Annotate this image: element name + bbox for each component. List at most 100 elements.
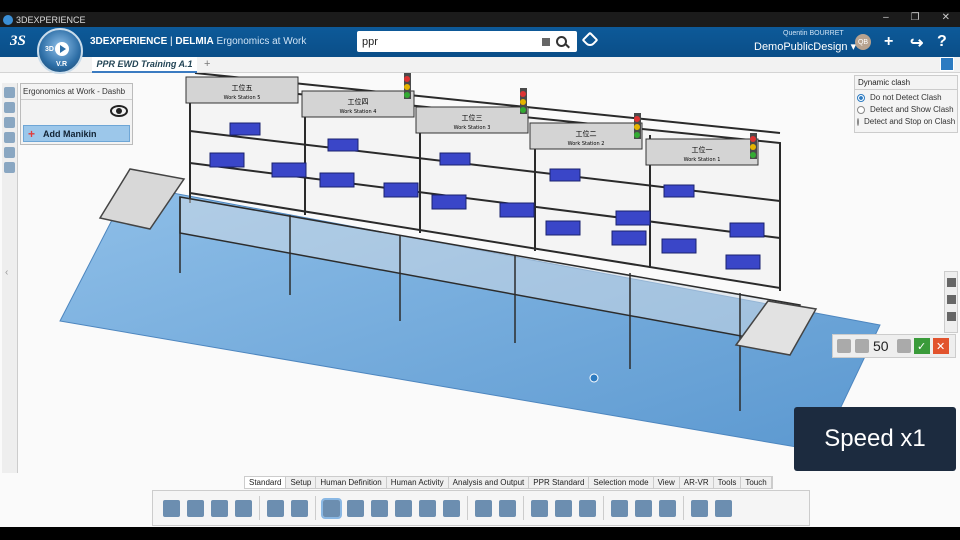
tool-icon[interactable] [691, 499, 708, 517]
station-5-en: Work Station 5 [224, 95, 261, 101]
search-icon[interactable] [556, 36, 567, 47]
user-name: Quentin BOURRET [783, 30, 844, 37]
tab-setup[interactable]: Setup [286, 477, 317, 488]
rula-icon[interactable] [659, 499, 676, 517]
tag-icon[interactable] [581, 31, 599, 49]
grasp-icon[interactable] [395, 499, 412, 517]
compass-icon[interactable] [499, 499, 516, 517]
window-titlebar: 3DEXPERIENCE – ❐ ✕ [0, 12, 960, 27]
tab-view[interactable]: View [654, 477, 680, 488]
collapse-panel-icon[interactable]: ‹ [5, 267, 8, 278]
separator [603, 496, 604, 520]
clash-option-none[interactable]: Do not Detect Clash [857, 93, 955, 102]
tab-bar: PPR EWD Training A.1 + [0, 57, 960, 73]
tool-icon-5[interactable] [4, 162, 15, 173]
manikin-icon[interactable] [267, 499, 284, 517]
flag-icon[interactable] [947, 278, 956, 287]
maximize-button[interactable]: ❐ [911, 12, 920, 23]
cancel-button[interactable]: ✕ [932, 338, 949, 354]
tab-analysis-output[interactable]: Analysis and Output [449, 477, 530, 488]
separator [523, 496, 524, 520]
app-label: DELMIA [175, 36, 214, 47]
export-icon[interactable] [947, 312, 956, 321]
tab-standard[interactable]: Standard [245, 477, 287, 488]
right-toolbar [944, 271, 958, 333]
camera-icon[interactable] [715, 499, 732, 517]
brand-label: 3DEXPERIENCE [90, 36, 168, 47]
confirm-button[interactable]: ✓ [913, 338, 930, 354]
tab-ppr-standard[interactable]: PPR Standard [529, 477, 590, 488]
eye-icon[interactable] [110, 105, 128, 117]
clash-option-show[interactable]: Detect and Show Clash [857, 105, 955, 114]
walk-icon[interactable] [475, 499, 492, 517]
separator [467, 496, 468, 520]
share-icon[interactable]: ↪ [910, 33, 923, 53]
expand-icon[interactable] [940, 57, 954, 71]
station-2-en: Work Station 2 [568, 141, 605, 147]
tool-icon-4[interactable] [4, 147, 15, 158]
tab-ppr-ewd[interactable]: PPR EWD Training A.1 [92, 57, 197, 73]
tab-human-activity[interactable]: Human Activity [387, 477, 449, 488]
ik-icon[interactable] [531, 499, 548, 517]
action-bar-tabs: Standard Setup Human Definition Human Ac… [244, 476, 773, 489]
action-bar [152, 490, 810, 526]
hand-icon[interactable] [443, 499, 460, 517]
station-1-en: Work Station 1 [684, 157, 721, 163]
left-toolbar [2, 83, 18, 473]
play-icon[interactable] [55, 42, 69, 56]
percentile-value[interactable]: 50 [873, 338, 889, 354]
posture-icon[interactable] [291, 499, 308, 517]
tab-ar-vr[interactable]: AR-VR [680, 477, 714, 488]
move-icon[interactable] [347, 499, 364, 517]
3d-viewport[interactable]: 工位五 Work Station 5 工位四 Work Station 4 工位… [0, 73, 960, 527]
undo-icon[interactable] [235, 499, 252, 517]
posture-analysis-icon[interactable] [635, 499, 652, 517]
add-tab-button[interactable]: + [204, 58, 210, 70]
radio-selected[interactable] [857, 93, 865, 102]
clash-option-label: Detect and Stop on Clash [864, 117, 956, 126]
copy-icon[interactable] [187, 499, 204, 517]
collab-space-dropdown[interactable]: DemoPublicDesign ▾ [754, 40, 856, 53]
search-input[interactable] [362, 35, 542, 48]
module-label: Ergonomics at Work [216, 36, 307, 47]
app-title: 3DEXPERIENCE | DELMIA Ergonomics at Work [90, 36, 306, 47]
pose-icon[interactable] [555, 499, 572, 517]
clash-option-label: Detect and Show Clash [870, 105, 954, 114]
tree-icon[interactable] [4, 87, 15, 98]
add-icon[interactable]: + [884, 33, 893, 51]
cut-icon[interactable] [163, 499, 180, 517]
station-3-en: Work Station 3 [454, 125, 491, 131]
ds-logo-icon[interactable]: 3S [10, 33, 26, 50]
rotate-icon[interactable] [419, 499, 436, 517]
manikin-icon[interactable] [896, 339, 911, 353]
radio[interactable] [857, 105, 865, 114]
tab-tools[interactable]: Tools [714, 477, 742, 488]
bend-icon[interactable] [579, 499, 596, 517]
avatar[interactable]: QB [855, 34, 871, 50]
camera-icon[interactable] [947, 295, 956, 304]
tab-human-definition[interactable]: Human Definition [316, 477, 387, 488]
tool-icon-1[interactable] [4, 102, 15, 113]
reach-icon[interactable] [371, 499, 388, 517]
radio[interactable] [857, 117, 859, 126]
collab-space-label: DemoPublicDesign [754, 41, 848, 53]
tab-touch[interactable]: Touch [741, 477, 772, 488]
close-button[interactable]: ✕ [942, 12, 950, 23]
search-box[interactable] [357, 31, 577, 52]
population-icon[interactable] [855, 339, 869, 353]
selection-point-icon[interactable] [589, 373, 599, 383]
help-icon[interactable]: ? [937, 33, 947, 51]
separator [683, 496, 684, 520]
tab-selection-mode[interactable]: Selection mode [589, 477, 654, 488]
lift-icon[interactable] [611, 499, 628, 517]
clash-option-stop[interactable]: Detect and Stop on Clash [857, 117, 955, 126]
paste-icon[interactable] [211, 499, 228, 517]
clear-search-icon[interactable] [542, 37, 550, 46]
minimize-button[interactable]: – [883, 12, 889, 23]
tool-icon-2[interactable] [4, 117, 15, 128]
add-manikin-button[interactable]: + Add Manikin [23, 125, 130, 142]
select-icon[interactable] [321, 497, 342, 519]
tool-icon-3[interactable] [4, 132, 15, 143]
compass-icon[interactable]: 3D V.R [37, 28, 83, 74]
gender-icon[interactable] [837, 339, 851, 353]
